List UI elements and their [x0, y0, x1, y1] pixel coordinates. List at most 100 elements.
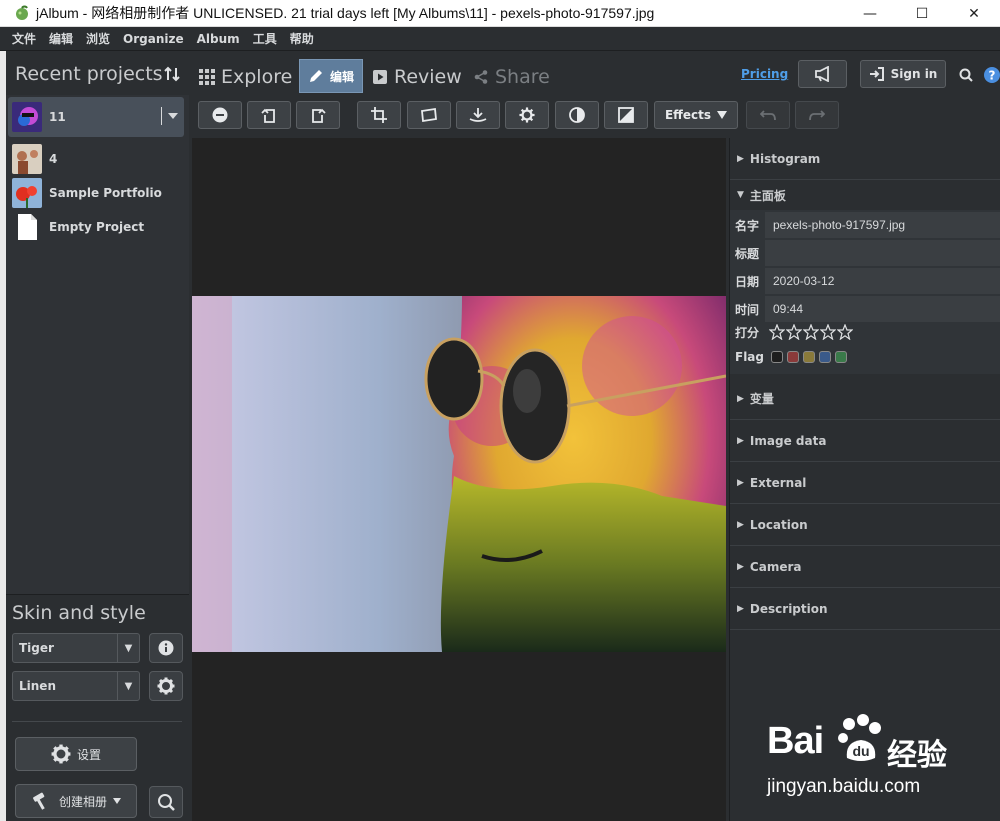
empty-document-icon [18, 214, 37, 240]
maximize-button[interactable]: ☐ [896, 0, 948, 27]
menu-view[interactable]: 浏览 [86, 30, 110, 47]
section-description[interactable]: ▶ Description [730, 588, 1000, 630]
name-field[interactable]: pexels-photo-917597.jpg [765, 212, 1000, 238]
flip-button[interactable] [456, 101, 500, 129]
exposure-button[interactable] [604, 101, 648, 129]
rating-stars[interactable] [769, 324, 853, 340]
menu-file[interactable]: 文件 [12, 30, 36, 47]
skin-and-style-header: Skin and style [12, 602, 146, 624]
tab-review[interactable]: Review [373, 60, 462, 94]
grid-icon [199, 69, 215, 85]
settings-button[interactable]: 设置 [15, 737, 137, 771]
time-field[interactable]: 09:44 [765, 296, 1000, 322]
star-icon[interactable] [803, 324, 819, 340]
project-item-4[interactable]: 4 [8, 142, 57, 176]
remove-button[interactable] [198, 101, 242, 129]
announcements-button[interactable] [798, 60, 847, 88]
left-panel: Recent projects 11 4 Sample Portfolio Em… [6, 51, 189, 821]
help-icon[interactable]: ? [984, 67, 1000, 83]
sign-in-icon [869, 67, 884, 81]
section-image-data[interactable]: ▶ Image data [730, 420, 1000, 462]
section-label: 主面板 [749, 188, 786, 203]
style-select-value: Linen [19, 679, 56, 693]
section-label: Image data [749, 433, 827, 448]
crop-button[interactable] [357, 101, 401, 129]
style-select[interactable]: Linen ▼ [12, 671, 140, 701]
skin-select[interactable]: Tiger ▼ [12, 633, 140, 663]
share-icon [474, 70, 488, 84]
section-main-panel[interactable]: ▼ 主面板 [730, 180, 1000, 210]
minimize-button[interactable]: — [844, 0, 896, 27]
tab-share[interactable]: Share [474, 60, 550, 94]
flag-color-picker[interactable] [771, 351, 847, 363]
section-histogram[interactable]: ▶ Histogram [730, 138, 1000, 180]
project-name: Empty Project [49, 220, 145, 234]
title-label: 标题 [735, 246, 760, 261]
skin-info-button[interactable] [149, 633, 183, 663]
flag-swatch-red[interactable] [787, 351, 799, 363]
play-icon [373, 70, 387, 84]
star-icon[interactable] [769, 324, 785, 340]
settings-button-label: 设置 [76, 747, 101, 762]
gear-icon [51, 744, 71, 764]
search-icon [158, 794, 175, 811]
project-item-empty-project[interactable]: Empty Project [8, 210, 144, 244]
time-row: 时间 09:44 [730, 295, 1000, 323]
rating-label: 打分 [735, 325, 760, 340]
tab-edit[interactable]: 编辑 [299, 59, 364, 93]
menu-tools[interactable]: 工具 [253, 30, 277, 47]
project-thumbnail [12, 144, 42, 174]
rotate-left-button[interactable] [247, 101, 291, 129]
close-button[interactable]: ✕ [948, 0, 1000, 27]
menu-edit[interactable]: 编辑 [49, 30, 73, 47]
flag-swatch-green[interactable] [835, 351, 847, 363]
section-location[interactable]: ▶ Location [730, 504, 1000, 546]
rating-row: 打分 [730, 320, 1000, 344]
rotate-right-button[interactable] [296, 101, 340, 129]
section-external[interactable]: ▶ External [730, 462, 1000, 504]
contrast-button[interactable] [555, 101, 599, 129]
sort-icon[interactable] [163, 65, 181, 83]
menu-organize[interactable]: Organize [123, 32, 184, 46]
undo-button[interactable] [746, 101, 790, 129]
photo-preview[interactable] [192, 296, 726, 652]
flag-swatch-blue[interactable] [819, 351, 831, 363]
section-label: External [749, 475, 807, 490]
date-field[interactable]: 2020-03-12 [765, 268, 1000, 294]
straighten-button[interactable] [407, 101, 451, 129]
skin-settings-button[interactable] [149, 671, 183, 701]
edit-toolbar: Effects [189, 96, 738, 136]
flag-swatch-yellow[interactable] [803, 351, 815, 363]
menu-help[interactable]: 帮助 [290, 30, 314, 47]
section-camera[interactable]: ▶ Camera [730, 546, 1000, 588]
star-icon[interactable] [786, 324, 802, 340]
search-icon[interactable] [959, 68, 973, 82]
chevron-down-icon [717, 111, 728, 119]
contrast-icon [569, 107, 585, 123]
title-field[interactable] [765, 240, 1000, 266]
flag-swatch-black[interactable] [771, 351, 783, 363]
project-thumbnail [12, 102, 42, 132]
title-row: 标题 [730, 239, 1000, 267]
menu-album[interactable]: Album [197, 32, 240, 46]
preview-album-button[interactable] [149, 786, 183, 818]
section-variables[interactable]: ▶ 变量 [730, 378, 1000, 420]
project-item-sample-portfolio[interactable]: Sample Portfolio [8, 176, 162, 210]
project-item-11[interactable]: 11 [8, 97, 184, 137]
project-dropdown[interactable] [161, 107, 178, 125]
flag-row: Flag [730, 344, 1000, 370]
tab-explore[interactable]: Explore [199, 60, 292, 94]
title-bar: jAlbum - 网络相册制作者 UNLICENSED. 21 trial da… [0, 0, 1000, 27]
adjust-button[interactable] [505, 101, 549, 129]
expand-arrow-icon: ▶ [737, 519, 744, 530]
redo-button[interactable] [795, 101, 839, 129]
make-album-button[interactable]: 创建相册 [15, 784, 137, 818]
expand-arrow-icon: ▶ [737, 153, 744, 164]
flip-icon [469, 108, 487, 122]
effects-button[interactable]: Effects [654, 101, 738, 129]
sign-in-button[interactable]: Sign in [860, 60, 946, 88]
pricing-link[interactable]: Pricing [741, 67, 788, 81]
section-label: Camera [749, 559, 802, 574]
star-icon[interactable] [820, 324, 836, 340]
star-icon[interactable] [837, 324, 853, 340]
